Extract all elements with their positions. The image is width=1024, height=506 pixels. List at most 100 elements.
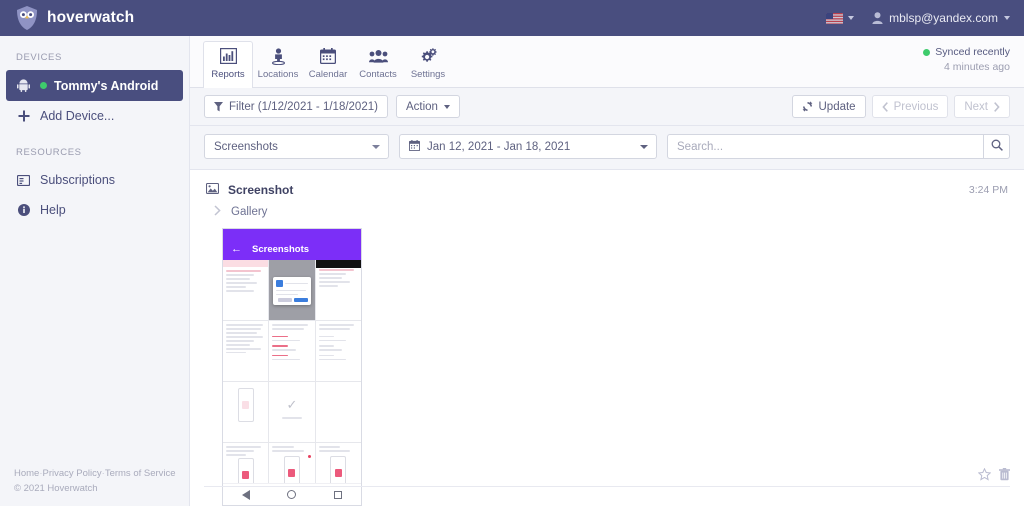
phone-app-title: Screenshots (252, 243, 310, 255)
update-button[interactable]: Update (791, 95, 866, 118)
footer-link-privacy[interactable]: Privacy Policy (43, 468, 102, 479)
sidebar-item-label: Tommy's Android (54, 78, 159, 93)
calendar-icon (320, 47, 336, 65)
sidebar-item-subscriptions[interactable]: Subscriptions (6, 165, 183, 195)
screenshot-thumbnail[interactable]: ← Screenshots ✓ (222, 228, 362, 506)
user-email-label: mblsp@yandex.com (889, 11, 998, 25)
tab-label: Settings (410, 69, 446, 80)
chevron-right-icon[interactable] (214, 205, 221, 219)
sync-status: Synced recently 4 minutes ago (923, 46, 1010, 73)
footer-links: Home·Privacy Policy·Terms of Service (14, 466, 190, 481)
next-button[interactable]: Next (954, 95, 1010, 118)
search-input[interactable] (667, 134, 983, 159)
grid-cell (315, 382, 361, 442)
sync-ago-label: 4 minutes ago (944, 61, 1010, 73)
tab-contacts[interactable]: Contacts (353, 41, 403, 87)
funnel-icon (214, 101, 223, 112)
footer-copyright: © 2021 Hoverwatch (14, 483, 98, 494)
main-panel: Reports Locations Calendar Contacts Sett… (190, 36, 1024, 506)
sidebar-item-label: Subscriptions (40, 173, 116, 187)
tab-bar: Reports Locations Calendar Contacts Sett… (190, 36, 1024, 88)
footer-link-home[interactable]: Home (14, 468, 39, 479)
person-pin-icon (271, 47, 286, 65)
us-flag-icon (826, 12, 844, 24)
screenshot-thumbnail-wrapper: ← Screenshots ✓ (204, 219, 1010, 506)
sidebar-item-help[interactable]: Help (6, 195, 183, 225)
gallery-row[interactable]: Gallery (204, 199, 1010, 219)
footer: Home·Privacy Policy·Terms of Service © 2… (0, 466, 190, 496)
grid-cell (315, 321, 361, 381)
filter-button-label: Filter (1/12/2021 - 1/18/2021) (229, 100, 378, 113)
search-button[interactable] (983, 134, 1010, 159)
user-menu[interactable]: mblsp@yandex.com (872, 11, 1010, 25)
sidebar-section-devices: DEVICES (16, 52, 62, 63)
brand-name: hoverwatch (47, 9, 135, 26)
grid-cell: ✓ (269, 382, 315, 442)
tab-calendar[interactable]: Calendar (303, 41, 353, 87)
tab-label: Reports (211, 69, 245, 80)
star-icon[interactable] (978, 468, 991, 481)
sync-status-label: Synced recently (935, 46, 1010, 58)
previous-button-label: Previous (893, 100, 939, 113)
date-range-value: Jan 12, 2021 - Jan 18, 2021 (427, 140, 571, 153)
phone-screenshot-grid: ✓ (223, 260, 361, 505)
toolbar-row: Filter (1/12/2021 - 1/18/2021) Action Up… (190, 88, 1024, 126)
sync-status-dot (923, 48, 931, 56)
tab-reports[interactable]: Reports (203, 41, 253, 88)
sidebar-item-label: Help (40, 203, 66, 217)
sidebar-item-tommys-android[interactable]: Tommy's Android (6, 70, 183, 101)
sidebar-section-resources: RESOURCES (16, 147, 82, 158)
bar-chart-icon (219, 47, 237, 65)
sidebar: DEVICES Tommy's Android Add Device... RE… (0, 36, 190, 506)
tab-label: Calendar (308, 69, 348, 80)
record-actions (978, 468, 1010, 481)
tab-label: Contacts (359, 69, 397, 80)
circle-home-icon (287, 490, 297, 499)
grid-cell (223, 382, 269, 442)
phone-app-header: ← Screenshots (223, 238, 361, 260)
tab-locations[interactable]: Locations (253, 41, 303, 87)
android-icon (16, 79, 31, 92)
sidebar-item-add-device[interactable]: Add Device... (6, 101, 183, 131)
filter-button[interactable]: Filter (1/12/2021 - 1/18/2021) (204, 95, 388, 118)
sidebar-item-label: Add Device... (40, 109, 115, 123)
chevron-down-icon (848, 16, 855, 20)
action-button[interactable]: Action (395, 95, 460, 118)
language-selector[interactable] (826, 12, 855, 24)
content-divider (204, 486, 1010, 487)
search-box (667, 134, 1010, 159)
footer-link-terms[interactable]: Terms of Service (105, 468, 176, 479)
record-header: Screenshot 3:24 PM (204, 170, 1010, 199)
gallery-label: Gallery (231, 206, 268, 218)
record-title: Screenshot (228, 183, 294, 197)
report-type-value: Screenshots (214, 140, 278, 153)
grid-cell (269, 260, 315, 320)
previous-button[interactable]: Previous (871, 95, 949, 118)
calendar-icon (408, 139, 421, 154)
tab-settings[interactable]: Settings (403, 41, 453, 87)
user-icon (872, 12, 883, 24)
arrow-left-icon: ← (231, 242, 242, 255)
chevron-down-icon (1004, 16, 1010, 20)
records-list: Screenshot 3:24 PM Gallery ← Screenshots (190, 170, 1024, 506)
search-icon (991, 138, 1003, 156)
square-recents-icon (334, 490, 343, 499)
online-status-dot (40, 82, 47, 89)
owl-shield-logo-icon (16, 6, 38, 30)
chevron-down-icon (372, 144, 380, 149)
date-range-picker[interactable]: Jan 12, 2021 - Jan 18, 2021 (399, 134, 657, 159)
image-icon (205, 181, 220, 199)
trash-icon[interactable] (999, 468, 1010, 481)
card-icon (16, 174, 31, 186)
grid-cell (315, 260, 361, 320)
tab-label: Locations (257, 69, 299, 80)
chevron-down-icon (443, 104, 450, 109)
grid-cell (269, 321, 315, 381)
top-bar-right: mblsp@yandex.com (826, 11, 1010, 25)
report-type-select[interactable]: Screenshots (204, 134, 389, 159)
action-button-label: Action (405, 100, 438, 113)
gears-icon (420, 47, 437, 65)
update-button-label: Update (818, 100, 856, 113)
brand[interactable]: hoverwatch (16, 6, 134, 30)
people-icon (368, 47, 388, 65)
